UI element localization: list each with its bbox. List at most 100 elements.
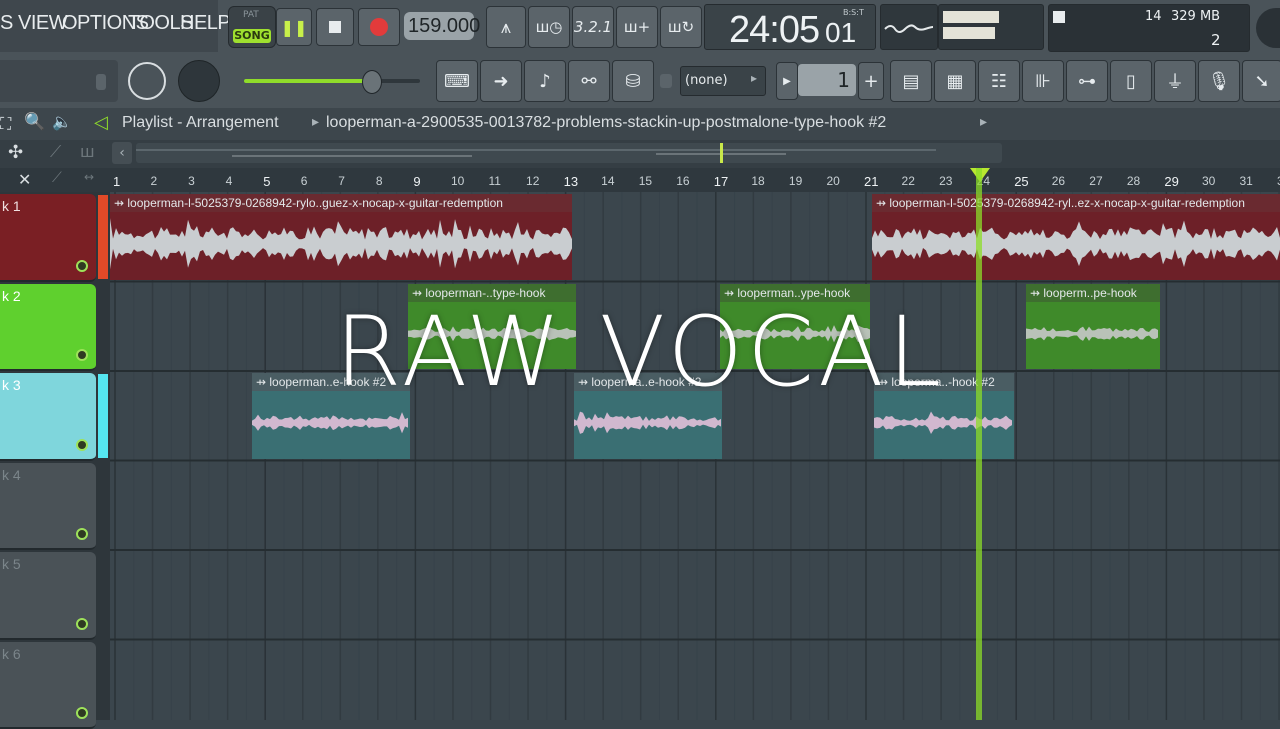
speaker-icon[interactable]: 🔈 bbox=[52, 112, 72, 131]
pattern-prev-button[interactable]: ▶ bbox=[776, 62, 798, 100]
piano-roll-window-button[interactable]: ▦ bbox=[934, 60, 976, 102]
tempo-display[interactable]: 159.000 bbox=[404, 12, 474, 40]
track-header[interactable]: k 5 bbox=[0, 552, 96, 640]
master-pitch-knob[interactable] bbox=[178, 60, 220, 102]
song-overview-scrollbar[interactable] bbox=[136, 143, 1002, 163]
mixer-button[interactable]: ⊪ bbox=[1022, 60, 1064, 102]
step-edit-button[interactable]: ш+ bbox=[616, 6, 658, 48]
overview-playhead bbox=[720, 143, 723, 163]
waveform-tool-icon[interactable]: ✣ bbox=[8, 142, 23, 163]
link-button[interactable]: ⚯ bbox=[568, 60, 610, 102]
track-mute-led[interactable] bbox=[76, 528, 88, 540]
next-button[interactable]: ➜ bbox=[480, 60, 522, 102]
stamp-icon: ⛁ bbox=[625, 71, 640, 92]
track-header[interactable]: k 4 bbox=[0, 463, 96, 551]
audio-clip[interactable]: ⇸ looperman-l-5025379-0268942-ryl..ez-x-… bbox=[872, 194, 1280, 280]
wait-input-button[interactable]: ш◷ bbox=[528, 6, 570, 48]
menu-item-help[interactable]: HELP bbox=[180, 12, 230, 35]
bar-number: 3 bbox=[188, 174, 195, 188]
piano-roll-button[interactable]: ⌨ bbox=[436, 60, 478, 102]
pattern-selector[interactable]: (none) ▸ bbox=[680, 66, 766, 96]
step-edit-icon: ш+ bbox=[624, 18, 650, 36]
stop-icon bbox=[329, 21, 341, 33]
record-icon bbox=[370, 18, 388, 36]
playlist-icon: ▤ bbox=[902, 71, 919, 92]
bar-number: 26 bbox=[1052, 174, 1065, 188]
bar-number: 9 bbox=[413, 174, 420, 189]
bar-number: 10 bbox=[451, 174, 464, 188]
close-icon[interactable]: ✕ bbox=[18, 170, 31, 189]
bar-number: 14 bbox=[601, 174, 614, 188]
track-header[interactable]: k 6 bbox=[0, 642, 96, 729]
stamp-button[interactable]: ⛁ bbox=[612, 60, 654, 102]
audio-clip[interactable]: ⇸ looperman-l-5025379-0268942-rylo..guez… bbox=[110, 194, 572, 280]
stretch-icon[interactable]: ↔ bbox=[84, 170, 94, 184]
pat-label: PAT bbox=[243, 10, 259, 20]
scroll-left-button[interactable]: ‹ bbox=[112, 142, 132, 164]
bar-number: 22 bbox=[902, 174, 915, 188]
stop-button[interactable] bbox=[316, 8, 354, 46]
export-icon: ➘ bbox=[1254, 71, 1269, 92]
bar-number: 7 bbox=[338, 174, 345, 188]
piano-roll-icon: ▦ bbox=[946, 71, 963, 92]
microphone-icon: 🎙 bbox=[1208, 71, 1231, 92]
paint-tool-icon[interactable]: ш bbox=[80, 142, 95, 161]
fullscreen-icon[interactable]: ⛶ bbox=[0, 114, 11, 134]
voices-count: 14 bbox=[1145, 9, 1162, 24]
arrangement-icon[interactable]: ◁ bbox=[94, 112, 108, 133]
slice-tool-icon[interactable]: ⟋ bbox=[52, 170, 62, 186]
snap-button[interactable]: ♪ bbox=[524, 60, 566, 102]
metronome-button[interactable]: ⩚ bbox=[486, 6, 526, 48]
bar-number: 12 bbox=[526, 174, 539, 188]
zoom-icon[interactable]: 🔍 bbox=[24, 112, 45, 132]
track-mute-led[interactable] bbox=[76, 707, 88, 719]
add-pattern-button[interactable]: + bbox=[858, 62, 884, 100]
bar-number: 13 bbox=[564, 174, 578, 189]
bar-number: 8 bbox=[376, 174, 383, 188]
bar-number: 5 bbox=[263, 174, 270, 189]
time-display[interactable]: 24:05 01 B:S:T bbox=[704, 4, 876, 50]
bar-number: 18 bbox=[751, 174, 764, 188]
draw-tool-icon[interactable]: ⟋ bbox=[50, 142, 61, 162]
track-mute-led[interactable] bbox=[76, 439, 88, 451]
countdown-button[interactable]: 3.2.1 bbox=[572, 6, 614, 48]
link-icon: ⚯ bbox=[581, 71, 596, 92]
magnet-icon bbox=[660, 74, 672, 88]
track-header[interactable]: k 1 bbox=[0, 194, 96, 282]
pattern-number[interactable]: 1 bbox=[798, 64, 856, 96]
bar-number: 1 bbox=[113, 174, 120, 189]
clip-waveform bbox=[872, 212, 1280, 276]
menu-item-view[interactable]: VIEW bbox=[18, 12, 67, 35]
bar-number: 11 bbox=[489, 174, 501, 188]
pause-button[interactable]: ❚❚ bbox=[276, 8, 312, 46]
track-mute-led[interactable] bbox=[76, 618, 88, 630]
channel-rack-button[interactable]: ☷ bbox=[978, 60, 1020, 102]
clip-title: ⇸ looperman-l-5025379-0268942-rylo..guez… bbox=[110, 194, 572, 212]
record-button[interactable] bbox=[358, 8, 400, 46]
time-main: 24:05 bbox=[729, 9, 819, 52]
master-slider-fill bbox=[244, 79, 370, 83]
menu-item-patterns[interactable]: S bbox=[0, 12, 13, 35]
playlist-window-button[interactable]: ▤ bbox=[890, 60, 932, 102]
piano-icon: ⌨ bbox=[444, 71, 470, 92]
mixer-icon: ⊪ bbox=[1035, 71, 1051, 92]
loop-record-button[interactable]: ш↻ bbox=[660, 6, 702, 48]
time-sub: 01 bbox=[825, 17, 856, 49]
plug-icon: ⏚ bbox=[1166, 68, 1184, 94]
pat-song-toggle[interactable]: PAT SONG bbox=[228, 6, 276, 48]
project-button[interactable]: ▯ bbox=[1110, 60, 1152, 102]
cpu-meter bbox=[1053, 11, 1065, 23]
oscilloscope bbox=[880, 4, 938, 50]
plugin-button[interactable]: ⏚ bbox=[1154, 60, 1196, 102]
master-slider-handle[interactable] bbox=[362, 70, 382, 94]
bar-number: 27 bbox=[1089, 174, 1102, 188]
master-volume-knob[interactable] bbox=[128, 62, 166, 100]
metronome-icon: ⩚ bbox=[501, 17, 511, 38]
browser-button[interactable]: ⊶ bbox=[1066, 60, 1108, 102]
current-pattern-name[interactable]: looperman-a-2900535-0013782-problems-sta… bbox=[326, 114, 886, 132]
mic-button[interactable]: 🎙 bbox=[1198, 60, 1240, 102]
playhead bbox=[976, 168, 982, 720]
track-mute-led[interactable] bbox=[76, 260, 88, 272]
master-slider-track[interactable] bbox=[244, 79, 420, 83]
export-button[interactable]: ➘ bbox=[1242, 60, 1280, 102]
